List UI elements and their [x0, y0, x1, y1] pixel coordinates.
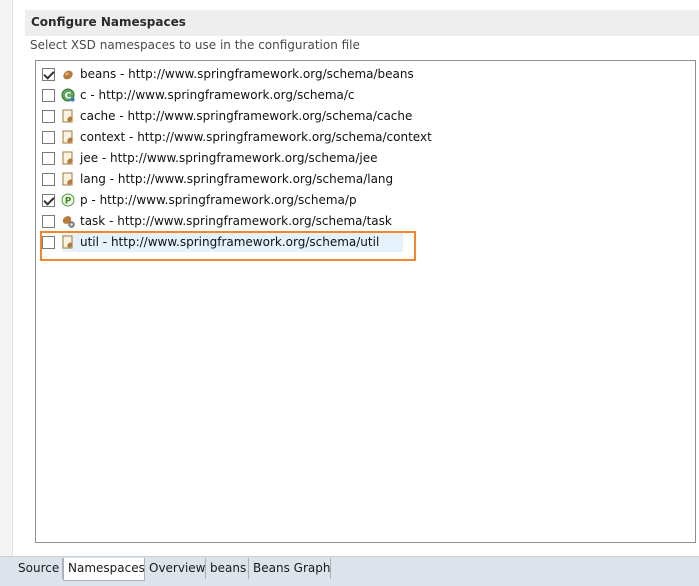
tab-beans-graph[interactable]: Beans Graph	[249, 558, 331, 579]
task-icon	[61, 214, 75, 228]
c-namespace-icon: C	[61, 88, 75, 102]
namespace-row-jee[interactable]: jee - http://www.springframework.org/sch…	[36, 148, 416, 168]
namespace-checkbox-jee[interactable]	[42, 151, 55, 165]
p-namespace-icon: P	[61, 193, 75, 207]
namespace-row-context[interactable]: context - http://www.springframework.org…	[36, 127, 432, 147]
namespaces-editor-page: Configure Namespaces Select XSD namespac…	[0, 0, 699, 586]
section-description: Select XSD namespaces to use in the conf…	[30, 38, 360, 52]
namespace-checkbox-util[interactable]	[42, 235, 55, 249]
namespace-row-cache[interactable]: cache - http://www.springframework.org/s…	[36, 106, 416, 126]
namespace-row-util[interactable]: util - http://www.springframework.org/sc…	[36, 232, 416, 252]
namespace-label: jee - http://www.springframework.org/sch…	[80, 151, 378, 165]
namespace-label: util - http://www.springframework.org/sc…	[80, 235, 380, 249]
section-title: Configure Namespaces	[31, 15, 186, 29]
namespace-checkbox-task[interactable]	[42, 214, 55, 228]
schema-file-icon	[61, 130, 75, 144]
section-header: Configure Namespaces	[25, 10, 699, 36]
namespace-row-beans[interactable]: beans - http://www.springframework.org/s…	[36, 64, 416, 84]
namespace-checkbox-c[interactable]	[42, 88, 55, 102]
bean-icon	[61, 67, 75, 81]
namespace-checkbox-context[interactable]	[42, 130, 55, 144]
namespace-checkbox-lang[interactable]	[42, 172, 55, 186]
tab-beans[interactable]: beans	[206, 558, 249, 579]
namespace-label: p - http://www.springframework.org/schem…	[80, 193, 357, 207]
namespace-label: c - http://www.springframework.org/schem…	[80, 88, 355, 102]
schema-file-icon	[61, 109, 75, 123]
namespace-label: context - http://www.springframework.org…	[80, 130, 432, 144]
schema-file-icon	[61, 172, 75, 186]
schema-file-icon	[61, 151, 75, 165]
namespace-row-task[interactable]: task - http://www.springframework.org/sc…	[36, 211, 416, 231]
namespace-label: task - http://www.springframework.org/sc…	[80, 214, 392, 228]
tab-namespaces[interactable]: Namespaces	[63, 558, 145, 581]
svg-text:P: P	[65, 197, 72, 207]
editor-tab-bar: Source Namespaces Overview beans Beans G…	[0, 556, 699, 586]
schema-file-icon	[61, 235, 75, 249]
namespace-checkbox-cache[interactable]	[42, 109, 55, 123]
namespace-row-c[interactable]: C c - http://www.springframework.org/sch…	[36, 85, 416, 105]
namespace-checkbox-p[interactable]	[42, 193, 55, 207]
namespace-row-lang[interactable]: lang - http://www.springframework.org/sc…	[36, 169, 416, 189]
namespace-label: lang - http://www.springframework.org/sc…	[80, 172, 394, 186]
namespace-label: beans - http://www.springframework.org/s…	[80, 67, 414, 81]
tab-source[interactable]: Source	[14, 558, 63, 579]
namespace-checkbox-beans[interactable]	[42, 67, 55, 81]
namespace-list[interactable]: beans - http://www.springframework.org/s…	[35, 60, 696, 543]
left-edge	[0, 0, 13, 556]
namespace-row-p[interactable]: P p - http://www.springframework.org/sch…	[36, 190, 416, 210]
namespace-label: cache - http://www.springframework.org/s…	[80, 109, 413, 123]
tab-overview[interactable]: Overview	[145, 558, 206, 579]
